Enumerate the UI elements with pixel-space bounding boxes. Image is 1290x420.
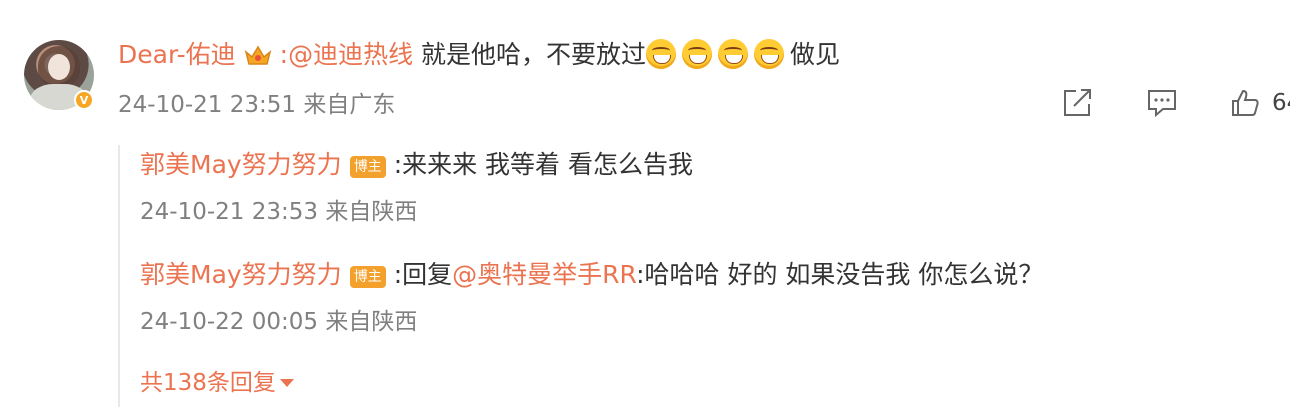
reply-text: :哈哈哈 好的 如果没告我 你怎么说？ — [636, 260, 1044, 289]
reply-item: 郭美May努力努力 博主 :来来来 我等着 看怎么告我 — [140, 148, 693, 182]
like-icon[interactable] — [1230, 88, 1260, 118]
reply-timestamp: 24-10-21 23:53 — [140, 199, 318, 225]
laugh-cry-emoji-icon — [682, 39, 713, 69]
comment-username[interactable]: Dear-佑迪 — [118, 40, 236, 69]
like-count: 647 — [1272, 90, 1290, 116]
reply-prefix: :回复 — [393, 260, 453, 289]
comment-content: Dear-佑迪 :@迪迪热线 就是他哈，不要放过 做见 — [118, 38, 840, 72]
reply-item: 郭美May努力努力 博主 :回复@奥特曼举手RR:哈哈哈 好的 如果没告我 你怎么说… — [140, 258, 1043, 292]
reply-meta: 24-10-22 00:05 来自陕西 — [140, 307, 417, 337]
more-replies-label[interactable]: 共138条回复 — [140, 370, 276, 396]
reply-username[interactable]: 郭美May努力努力 — [140, 150, 342, 179]
laugh-cry-emoji-icon — [754, 39, 785, 69]
comment-actions: 647 — [1062, 86, 1290, 120]
chevron-down-icon — [279, 379, 294, 387]
crown-badge-icon — [244, 41, 272, 65]
reply-location: 来自陕西 — [325, 309, 418, 335]
reply-username[interactable]: 郭美May努力努力 — [140, 260, 342, 289]
reply-text: :来来来 我等着 看怎么告我 — [393, 150, 694, 179]
laugh-cry-emoji-icon — [718, 39, 749, 69]
verified-badge-icon: V — [74, 90, 94, 110]
comment-icon[interactable] — [1146, 88, 1178, 118]
comment-meta: 24-10-21 23:51 来自广东 — [118, 90, 395, 120]
author-tag-badge: 博主 — [349, 266, 386, 288]
laugh-cry-emoji-icon — [646, 39, 677, 69]
reply-mention[interactable]: @奥特曼举手RR — [452, 260, 636, 289]
more-replies-link[interactable]: 共138条回复 — [140, 366, 294, 400]
comment-timestamp: 24-10-21 23:51 — [118, 92, 296, 118]
reply-location: 来自陕西 — [325, 199, 418, 225]
comment-mention[interactable]: :@迪迪热线 — [280, 40, 413, 69]
comment-text-tail: 做见 — [790, 40, 841, 69]
comment-location: 来自广东 — [303, 92, 396, 118]
reply-meta: 24-10-21 23:53 来自陕西 — [140, 197, 417, 227]
comment-text: 就是他哈，不要放过 — [413, 40, 647, 69]
author-tag-badge: 博主 — [349, 156, 386, 178]
reply-timestamp: 24-10-22 00:05 — [140, 309, 318, 335]
share-icon[interactable] — [1062, 88, 1094, 118]
